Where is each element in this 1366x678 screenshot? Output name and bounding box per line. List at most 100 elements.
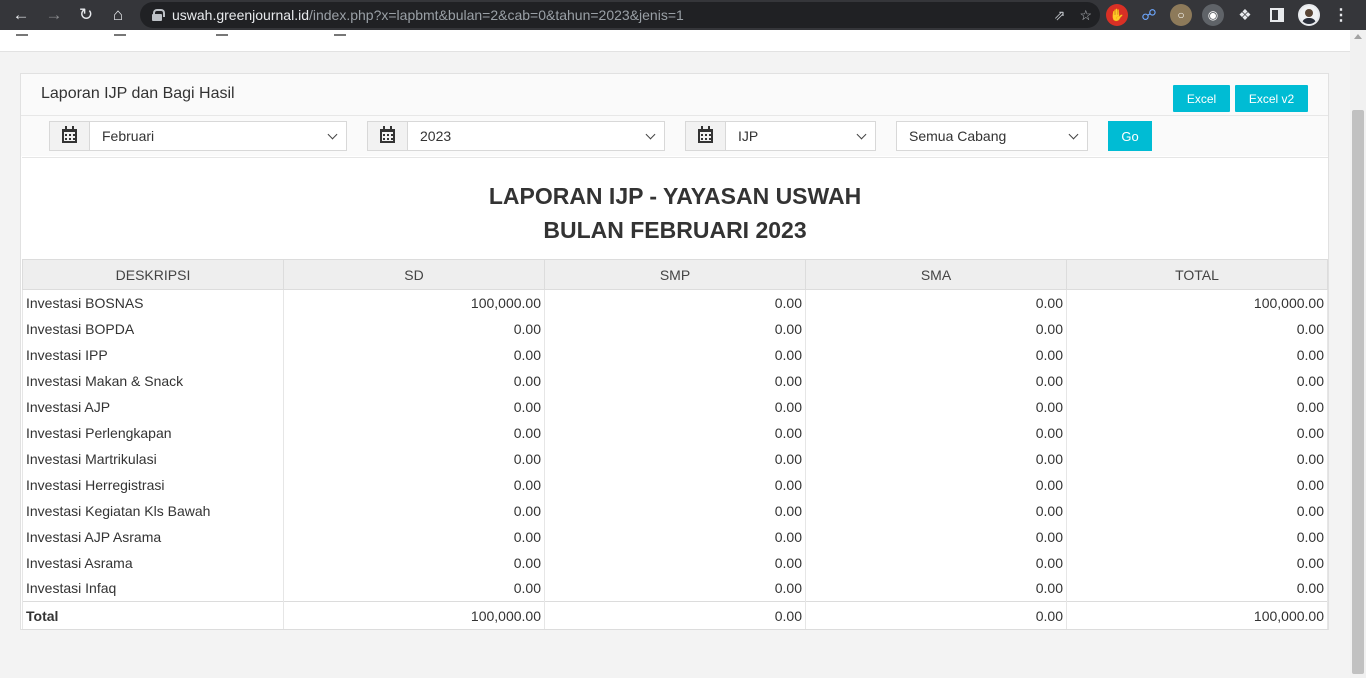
nav-icon[interactable] bbox=[216, 30, 228, 36]
cell-sma: 0.00 bbox=[805, 315, 1067, 342]
cell-smp: 0.00 bbox=[544, 471, 806, 498]
camera-extension-icon[interactable]: ◉ bbox=[1202, 4, 1224, 26]
row-description: Investasi Infaq bbox=[22, 575, 284, 602]
cell-sma: 0.00 bbox=[805, 601, 1067, 630]
table-row: Investasi AJP Asrama 0.00 0.00 0.00 0.00 bbox=[22, 523, 1328, 550]
cell-sd: 0.00 bbox=[283, 419, 545, 446]
table-row: Investasi Martrikulasi 0.00 0.00 0.00 0.00 bbox=[22, 445, 1328, 472]
cell-sd: 0.00 bbox=[283, 523, 545, 550]
cell-sma: 0.00 bbox=[805, 549, 1067, 576]
row-description: Investasi Perlengkapan bbox=[22, 419, 284, 446]
page-scrollbar[interactable] bbox=[1350, 30, 1366, 678]
lock-icon[interactable] bbox=[152, 9, 165, 21]
year-select-value: 2023 bbox=[420, 128, 452, 144]
cell-total: 0.00 bbox=[1066, 523, 1328, 550]
cell-sd: 0.00 bbox=[283, 367, 545, 394]
table-row: Investasi AJP 0.00 0.00 0.00 0.00 bbox=[22, 393, 1328, 420]
filter-bar: Februari 2023 IJP Semua Cabang Go bbox=[21, 116, 1328, 156]
cell-smp: 0.00 bbox=[544, 445, 806, 472]
cell-smp: 0.00 bbox=[544, 419, 806, 446]
cell-total: 0.00 bbox=[1066, 575, 1328, 602]
cell-smp: 0.00 bbox=[544, 315, 806, 342]
report-heading: LAPORAN IJP - YAYASAN USWAH BULAN FEBRUA… bbox=[22, 157, 1328, 259]
nav-icon[interactable] bbox=[334, 30, 346, 36]
link-extension-icon[interactable]: ☍ bbox=[1138, 4, 1160, 26]
chevron-down-icon bbox=[645, 129, 656, 140]
report-panel: Laporan IJP dan Bagi Hasil Excel Excel v… bbox=[20, 73, 1329, 630]
table-row: Investasi Herregistrasi 0.00 0.00 0.00 0.00 bbox=[22, 471, 1328, 498]
nav-icon[interactable] bbox=[16, 30, 28, 36]
row-description: Investasi IPP bbox=[22, 341, 284, 368]
cell-sma: 0.00 bbox=[805, 367, 1067, 394]
side-panel-icon[interactable] bbox=[1266, 4, 1288, 26]
puzzle-extensions-icon[interactable]: ❖ bbox=[1234, 4, 1256, 26]
scroll-up-arrow-icon[interactable] bbox=[1354, 34, 1362, 39]
row-description: Investasi Asrama bbox=[22, 549, 284, 576]
share-icon[interactable]: ⇗ bbox=[1054, 7, 1066, 24]
column-header: SD bbox=[283, 259, 545, 290]
table-total-row: Total 100,000.00 0.00 0.00 100,000.00 bbox=[22, 601, 1328, 630]
cell-total: 0.00 bbox=[1066, 367, 1328, 394]
cell-total: 100,000.00 bbox=[1066, 289, 1328, 316]
glasses-extension-icon[interactable]: ○ bbox=[1170, 4, 1192, 26]
nav-icon[interactable] bbox=[114, 30, 126, 36]
table-row: Investasi Kegiatan Kls Bawah 0.00 0.00 0.00… bbox=[22, 497, 1328, 524]
go-button[interactable]: Go bbox=[1108, 121, 1152, 151]
profile-avatar[interactable] bbox=[1298, 4, 1320, 26]
excel-button[interactable]: Excel bbox=[1173, 85, 1230, 112]
cell-sma: 0.00 bbox=[805, 341, 1067, 368]
table-row: Investasi IPP 0.00 0.00 0.00 0.00 bbox=[22, 341, 1328, 368]
cell-total: 0.00 bbox=[1066, 445, 1328, 472]
row-description: Investasi Makan & Snack bbox=[22, 367, 284, 394]
home-icon[interactable]: ⌂ bbox=[102, 0, 134, 30]
chevron-down-icon bbox=[1068, 129, 1079, 140]
cell-sd: 0.00 bbox=[283, 549, 545, 576]
month-select-value: Februari bbox=[102, 128, 155, 144]
cell-sd: 0.00 bbox=[283, 471, 545, 498]
cell-sma: 0.00 bbox=[805, 575, 1067, 602]
bookmark-star-icon[interactable]: ☆ bbox=[1079, 7, 1092, 24]
cell-total: 0.00 bbox=[1066, 471, 1328, 498]
browser-toolbar: ← → ↻ ⌂ uswah.greenjournal.id/index.php?… bbox=[0, 0, 1366, 30]
cell-total: 0.00 bbox=[1066, 497, 1328, 524]
report-title-line2: BULAN FEBRUARI 2023 bbox=[543, 217, 807, 243]
calendar-icon bbox=[62, 126, 77, 143]
reload-icon[interactable]: ↻ bbox=[70, 0, 102, 30]
calendar-icon bbox=[380, 126, 395, 143]
table-row: Investasi Asrama 0.00 0.00 0.00 0.00 bbox=[22, 549, 1328, 576]
report-title-line1: LAPORAN IJP - YAYASAN USWAH bbox=[488, 183, 862, 209]
scroll-thumb[interactable] bbox=[1352, 110, 1364, 674]
app-navbar bbox=[0, 30, 1350, 52]
cell-total: 0.00 bbox=[1066, 393, 1328, 420]
cell-total: 100,000.00 bbox=[1066, 601, 1328, 630]
branch-select[interactable]: Semua Cabang bbox=[896, 121, 1088, 151]
type-select[interactable]: IJP bbox=[685, 121, 876, 151]
cell-sd: 100,000.00 bbox=[283, 289, 545, 316]
address-bar[interactable]: uswah.greenjournal.id/index.php?x=lapbmt… bbox=[140, 2, 1100, 28]
row-description: Investasi BOPDA bbox=[22, 315, 284, 342]
cell-sma: 0.00 bbox=[805, 289, 1067, 316]
cell-sd: 0.00 bbox=[283, 575, 545, 602]
cell-smp: 0.00 bbox=[544, 367, 806, 394]
stop-hand-extension-icon[interactable]: ✋ bbox=[1106, 4, 1128, 26]
cell-sma: 0.00 bbox=[805, 445, 1067, 472]
cell-smp: 0.00 bbox=[544, 575, 806, 602]
cell-sd: 0.00 bbox=[283, 445, 545, 472]
back-icon[interactable]: ← bbox=[5, 0, 37, 30]
row-description: Investasi Martrikulasi bbox=[22, 445, 284, 472]
column-header: SMP bbox=[544, 259, 806, 290]
branch-select-value: Semua Cabang bbox=[909, 128, 1007, 144]
excel-v2-button[interactable]: Excel v2 bbox=[1235, 85, 1308, 112]
cell-total: 0.00 bbox=[1066, 419, 1328, 446]
cell-smp: 0.00 bbox=[544, 497, 806, 524]
row-description: Investasi BOSNAS bbox=[22, 289, 284, 316]
cell-smp: 0.00 bbox=[544, 601, 806, 630]
browser-menu-icon[interactable]: ⋮ bbox=[1330, 4, 1352, 26]
cell-smp: 0.00 bbox=[544, 289, 806, 316]
panel-header: Laporan IJP dan Bagi Hasil Excel Excel v… bbox=[21, 74, 1328, 116]
row-description: Investasi AJP bbox=[22, 393, 284, 420]
forward-icon[interactable]: → bbox=[38, 0, 70, 30]
cell-sd: 0.00 bbox=[283, 497, 545, 524]
month-select[interactable]: Februari bbox=[49, 121, 347, 151]
year-select[interactable]: 2023 bbox=[367, 121, 665, 151]
